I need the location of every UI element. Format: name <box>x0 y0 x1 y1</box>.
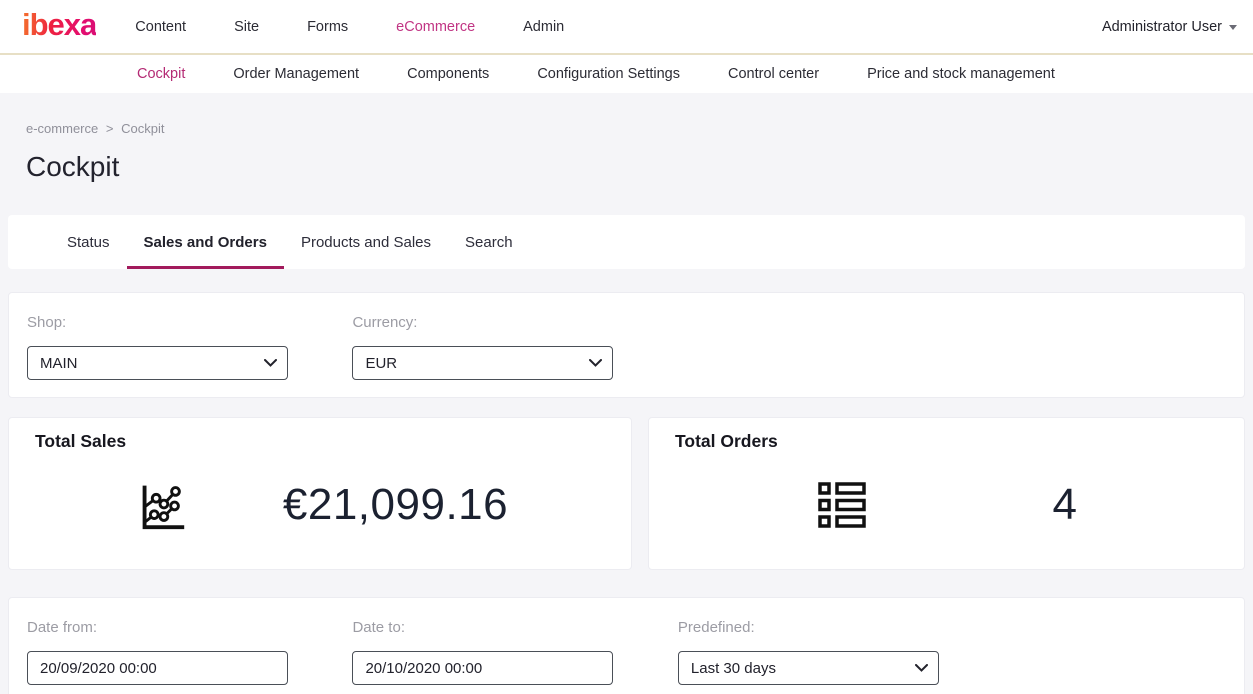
subnav-item-price-stock-management[interactable]: Price and stock management <box>867 66 1055 82</box>
date-from-label: Date from: <box>27 619 348 636</box>
line-chart-icon <box>132 476 190 534</box>
page-title: Cockpit <box>26 150 1253 184</box>
date-from-input[interactable] <box>27 651 288 685</box>
currency-field: Currency: EUR <box>352 314 673 380</box>
predefined-label: Predefined: <box>678 619 999 636</box>
shop-label: Shop: <box>27 314 348 331</box>
date-to-label: Date to: <box>352 619 673 636</box>
summary-cards: Total Sales €21,099.16 <box>8 417 1245 570</box>
shop-select[interactable]: MAIN <box>27 346 288 380</box>
date-from-field: Date from: <box>27 619 348 685</box>
subnav-item-order-management[interactable]: Order Management <box>233 66 359 82</box>
subnav-item-components[interactable]: Components <box>407 66 489 82</box>
total-sales-card: Total Sales €21,099.16 <box>8 417 632 570</box>
date-to-input[interactable] <box>352 651 613 685</box>
tab-status[interactable]: Status <box>50 215 127 269</box>
tab-sales-and-orders[interactable]: Sales and Orders <box>127 215 284 269</box>
secondary-nav: Cockpit Order Management Components Conf… <box>0 55 1253 93</box>
breadcrumb-parent[interactable]: e-commerce <box>26 121 98 136</box>
predefined-field: Predefined: Last 30 days <box>678 619 999 685</box>
tab-bar: Status Sales and Orders Products and Sal… <box>8 215 1245 269</box>
total-orders-card: Total Orders 4 <box>648 417 1245 570</box>
ibexa-logo[interactable]: ibexa <box>22 9 96 44</box>
date-to-field: Date to: <box>352 619 673 685</box>
nav-item-site[interactable]: Site <box>234 19 259 35</box>
date-filters-panel: Date from: Date to: Predefined: Last 30 … <box>8 597 1245 694</box>
currency-label: Currency: <box>352 314 673 331</box>
tab-search[interactable]: Search <box>448 215 530 269</box>
nav-item-content[interactable]: Content <box>135 19 186 35</box>
top-bar: ibexa Content Site Forms eCommerce Admin… <box>0 0 1253 55</box>
nav-item-admin[interactable]: Admin <box>523 19 564 35</box>
user-menu-label: Administrator User <box>1102 19 1222 35</box>
total-orders-value: 4 <box>1053 480 1078 530</box>
shop-currency-filter-panel: Shop: MAIN Currency: EUR <box>8 292 1245 398</box>
total-sales-value: €21,099.16 <box>283 480 508 530</box>
user-menu[interactable]: Administrator User <box>1102 19 1253 35</box>
main-content: e-commerce > Cockpit Cockpit Status Sale… <box>0 121 1253 694</box>
breadcrumb-separator: > <box>106 121 114 136</box>
shop-field: Shop: MAIN <box>27 314 348 380</box>
tab-products-and-sales[interactable]: Products and Sales <box>284 215 448 269</box>
nav-item-ecommerce[interactable]: eCommerce <box>396 19 475 35</box>
nav-item-forms[interactable]: Forms <box>307 19 348 35</box>
subnav-item-control-center[interactable]: Control center <box>728 66 819 82</box>
breadcrumb: e-commerce > Cockpit <box>26 121 1253 136</box>
main-nav: Content Site Forms eCommerce Admin <box>135 19 564 35</box>
currency-select[interactable]: EUR <box>352 346 613 380</box>
breadcrumb-current: Cockpit <box>121 121 164 136</box>
total-sales-title: Total Sales <box>35 431 631 452</box>
chevron-down-icon <box>1229 25 1237 30</box>
subnav-item-configuration-settings[interactable]: Configuration Settings <box>537 66 680 82</box>
orders-list-icon <box>816 480 868 530</box>
subnav-item-cockpit[interactable]: Cockpit <box>137 66 185 82</box>
total-orders-title: Total Orders <box>675 431 1244 452</box>
predefined-range-select[interactable]: Last 30 days <box>678 651 939 685</box>
